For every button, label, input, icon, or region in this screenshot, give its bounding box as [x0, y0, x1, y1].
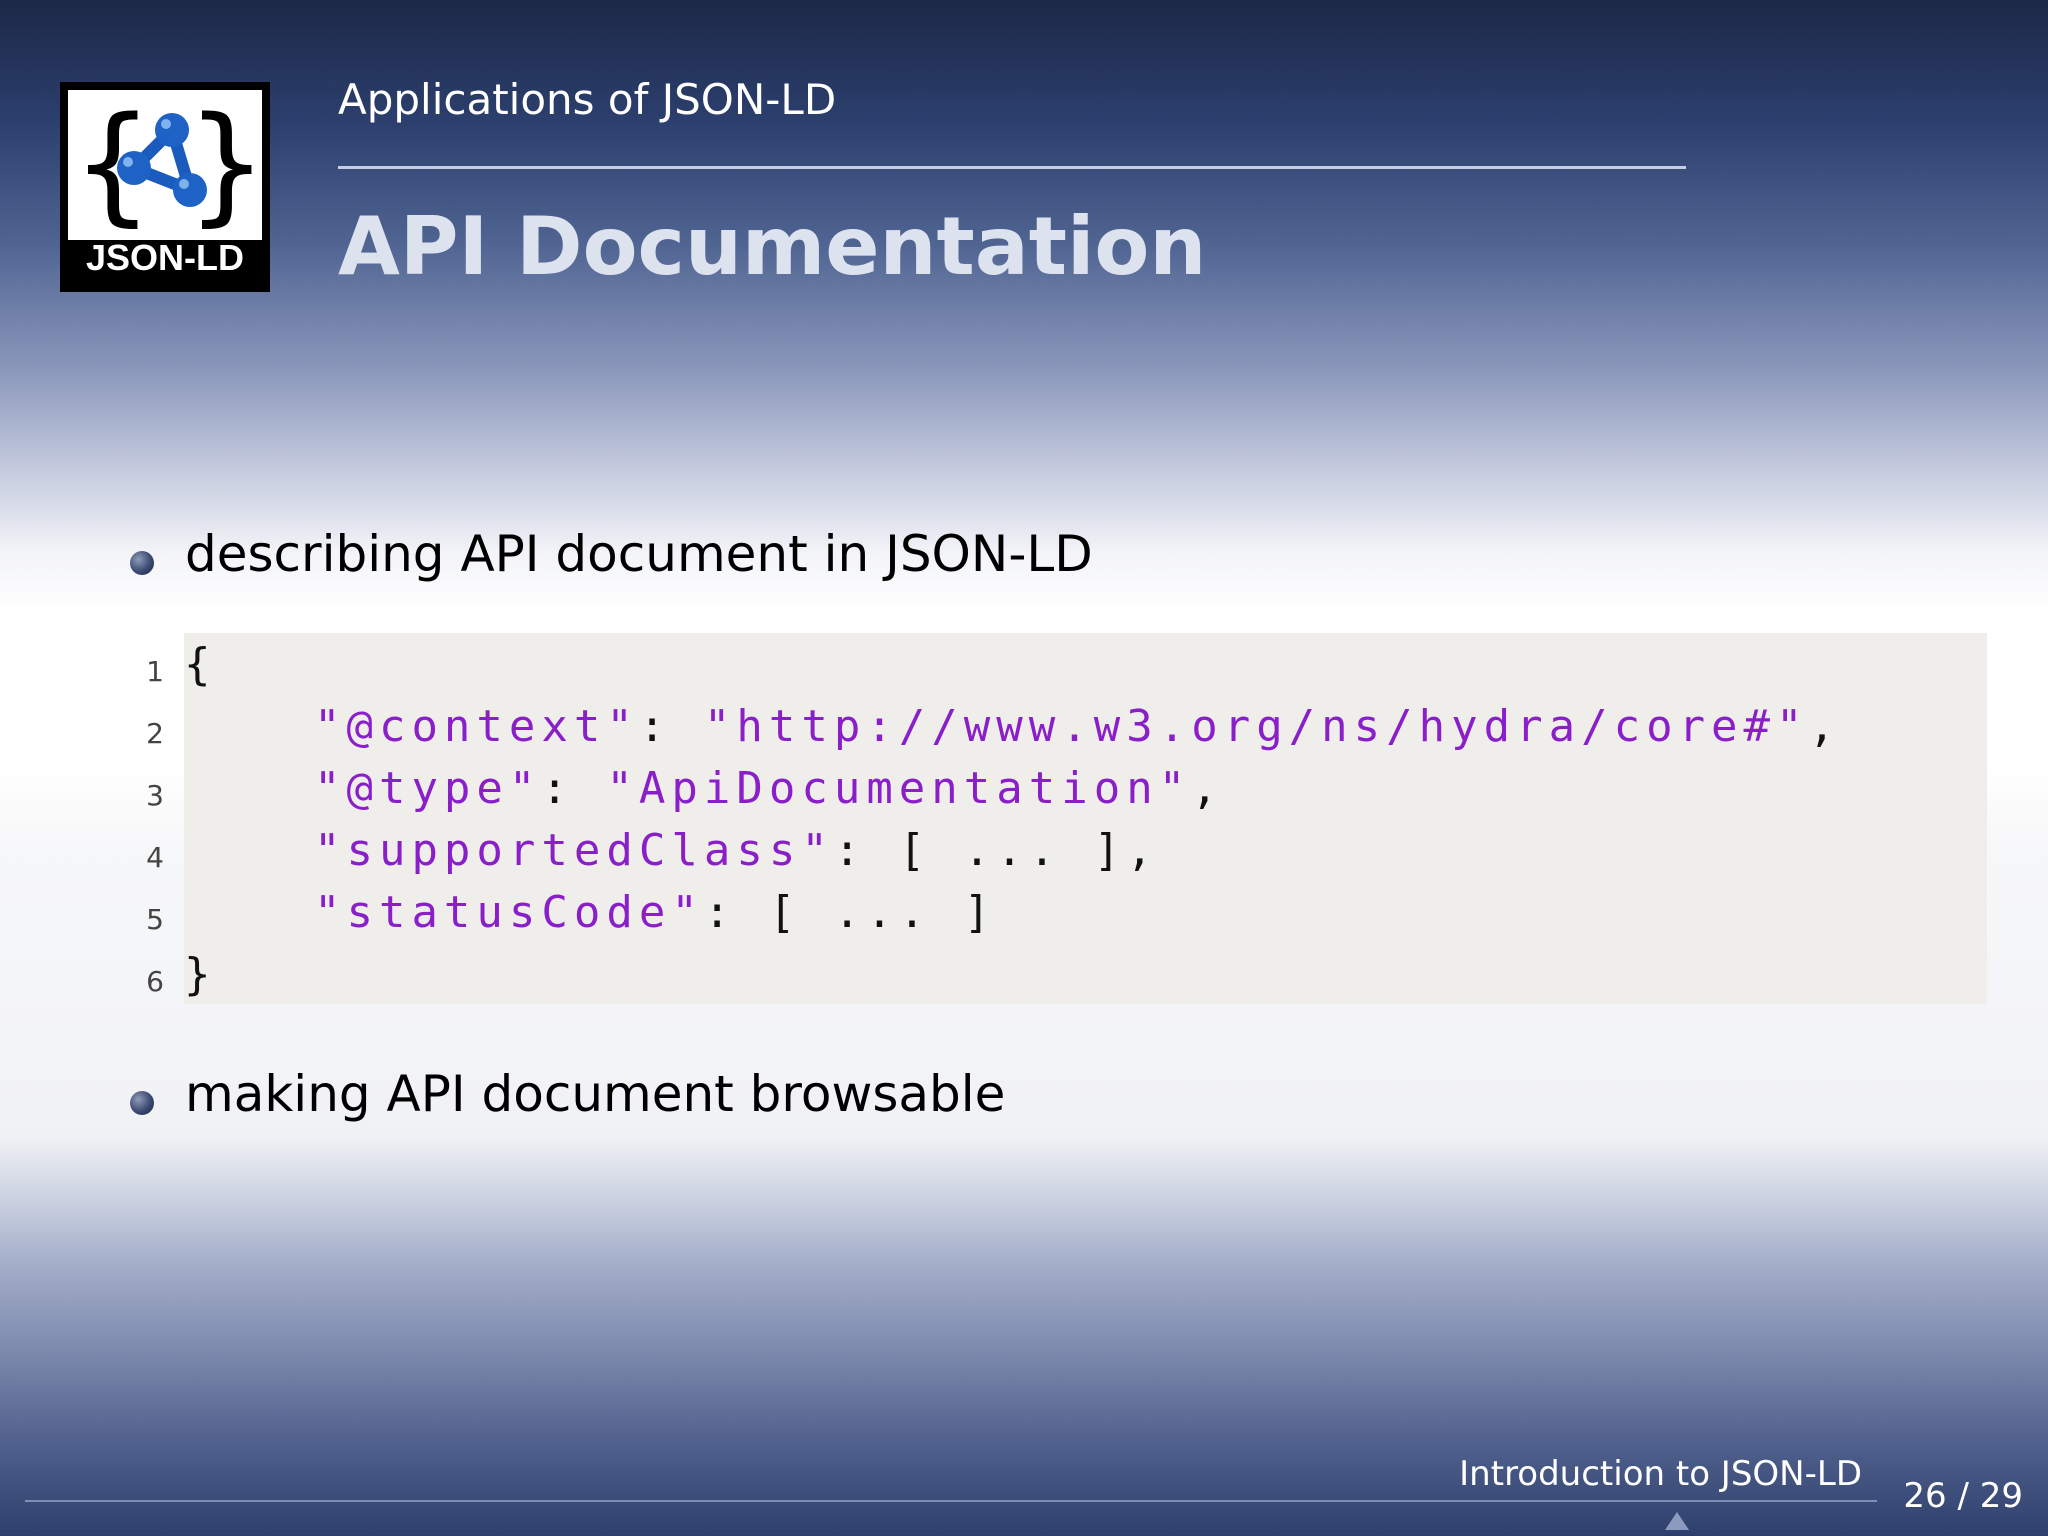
- code-line: 5 "statusCode": [ ... ]: [146, 881, 2048, 941]
- logo-graphic: { }: [68, 90, 267, 240]
- code-text: }: [184, 949, 217, 1000]
- code-block: 1 { 2 "@context": "http://www.w3.org/ns/…: [146, 633, 1987, 1004]
- code-text: "supportedClass": [ ... ],: [313, 825, 1159, 876]
- bullet-icon: [130, 551, 154, 575]
- svg-text:}: }: [186, 90, 262, 239]
- line-number: 4: [146, 841, 164, 874]
- code-line: 2 "@context": "http://www.w3.org/ns/hydr…: [146, 695, 2048, 755]
- json-ld-brackets-graph-icon: { }: [72, 90, 267, 239]
- logo-label: JSON-LD: [85, 237, 244, 278]
- code-text: "@type": "ApiDocumentation",: [313, 763, 1224, 814]
- footer-title: Introduction to JSON-LD: [1459, 1454, 1862, 1494]
- code-line: 6 }: [146, 943, 2048, 1003]
- section-title: Applications of JSON-LD: [338, 75, 837, 124]
- code-line: 1 {: [146, 633, 2048, 693]
- bullet-item: making API document browsable: [130, 1065, 1930, 1135]
- page-number: 26 / 29: [1903, 1476, 2023, 1516]
- code-line: 3 "@type": "ApiDocumentation",: [146, 757, 2048, 817]
- code-text: "@context": "http://www.w3.org/ns/hydra/…: [313, 701, 1842, 752]
- line-number: 1: [146, 655, 164, 688]
- footer-divider: [25, 1500, 1877, 1502]
- code-text: "statusCode": [ ... ]: [313, 887, 997, 938]
- bullet-icon: [130, 1091, 154, 1115]
- line-number: 6: [146, 965, 164, 998]
- bullet-text: making API document browsable: [185, 1065, 1006, 1123]
- line-number: 5: [146, 903, 164, 936]
- bullet-item: describing API document in JSON-LD: [130, 525, 1930, 595]
- bullet-text: describing API document in JSON-LD: [185, 525, 1093, 583]
- code-text: {: [184, 639, 217, 690]
- code-line: 4 "supportedClass": [ ... ],: [146, 819, 2048, 879]
- line-number: 2: [146, 717, 164, 750]
- header-divider: [338, 166, 1686, 169]
- progress-marker-icon: [1665, 1512, 1689, 1530]
- line-number: 3: [146, 779, 164, 812]
- page-title: API Documentation: [338, 200, 1207, 293]
- json-ld-logo: { } JSON-LD: [60, 82, 270, 292]
